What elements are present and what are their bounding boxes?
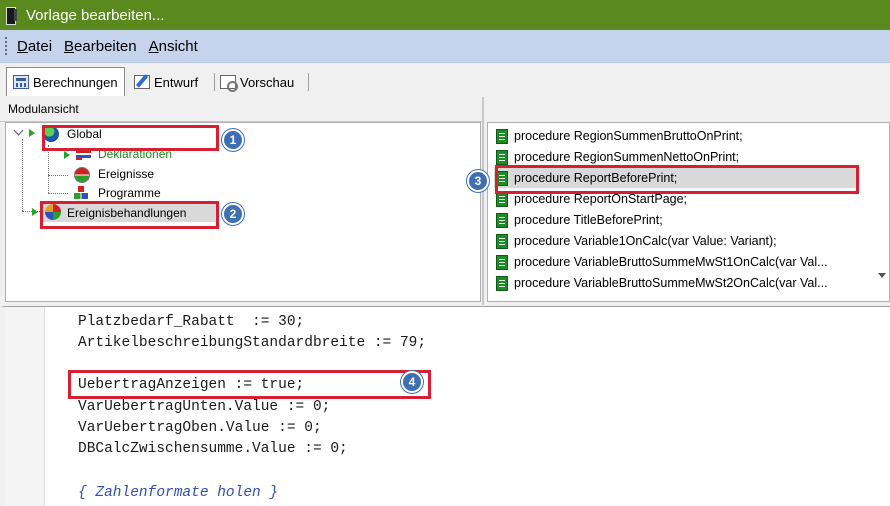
expand-arrow-icon[interactable] — [32, 208, 38, 216]
menu-datei[interactable]: Datei — [16, 36, 53, 57]
events-icon — [74, 167, 90, 183]
menu-bar: Datei Bearbeiten Ansicht — [0, 30, 890, 63]
procedure-item[interactable]: procedure RegionSummenNettoOnPrint; — [496, 147, 739, 167]
procedure-icon — [496, 149, 508, 165]
tree-connector — [48, 175, 68, 176]
procedure-item[interactable]: procedure VariableBruttoSummeMwSt1OnCalc… — [496, 252, 828, 272]
procedure-label: procedure VariableBruttoSummeMwSt1OnCalc… — [514, 255, 828, 269]
callout-badge-2: 2 — [222, 203, 244, 225]
editor-gutter — [5, 307, 45, 506]
procedure-label: procedure ReportOnStartPage; — [514, 192, 688, 206]
expand-arrow-icon[interactable] — [29, 129, 35, 137]
preview-icon — [220, 75, 238, 92]
procedure-icon — [496, 128, 508, 144]
collapse-chevron-icon[interactable] — [13, 125, 24, 136]
title-bar: Vorlage bearbeiten... — [0, 0, 890, 30]
procedure-panel: procedure RegionSummenBruttoOnPrint; pro… — [487, 97, 890, 305]
highlight-box-global — [42, 125, 219, 151]
edit-icon — [134, 75, 150, 89]
procedure-label: procedure TitleBeforePrint; — [514, 213, 663, 227]
procedure-icon — [496, 212, 508, 228]
procedure-list[interactable]: procedure RegionSummenBruttoOnPrint; pro… — [487, 122, 890, 302]
expand-arrow-icon[interactable] — [64, 151, 70, 159]
tab-vorschau[interactable]: Vorschau — [214, 69, 300, 95]
callout-badge-4: 4 — [401, 371, 423, 393]
tab-bar: Berechnungen Entwurf Vorschau — [0, 63, 890, 96]
highlight-box-event-handlers — [40, 201, 219, 229]
procedure-label: procedure RegionSummenNettoOnPrint; — [514, 150, 740, 164]
procedure-label: procedure Variable1OnCalc(var Value: Var… — [514, 234, 777, 248]
procedure-label: procedure VariableBruttoSummeMwSt2OnCalc… — [514, 276, 828, 290]
procedure-item[interactable]: procedure TitleBeforePrint; — [496, 210, 663, 230]
menu-bearbeiten[interactable]: Bearbeiten — [63, 36, 138, 57]
procedure-icon — [496, 254, 508, 270]
procedure-icon — [496, 275, 508, 291]
calculator-icon — [13, 75, 29, 89]
menu-ansicht[interactable]: Ansicht — [148, 36, 199, 57]
programs-icon — [74, 186, 88, 200]
tab-label: Entwurf — [154, 74, 199, 90]
procedure-label: procedure RegionSummenBruttoOnPrint; — [514, 129, 743, 143]
code-line[interactable]: ArtikelbeschreibungStandardbreite := 79; — [78, 335, 426, 351]
tree-node-events[interactable]: Ereignisse — [98, 167, 154, 181]
tab-label: Berechnungen — [33, 74, 118, 90]
module-view-header: Modulansicht — [0, 97, 483, 122]
window-title: Vorlage bearbeiten... — [26, 6, 165, 24]
procedure-item[interactable]: procedure Variable1OnCalc(var Value: Var… — [496, 231, 777, 251]
tree-connector — [48, 145, 49, 193]
procedure-icon — [496, 233, 508, 249]
highlight-box-report-before-print — [495, 165, 859, 194]
callout-badge-3: 3 — [467, 170, 489, 192]
tab-label: Vorschau — [240, 74, 295, 90]
procedure-item[interactable]: procedure VariableBruttoSummeMwSt2OnCalc… — [496, 273, 828, 293]
tree-connector — [48, 193, 68, 194]
tree-node-programs[interactable]: Programme — [98, 186, 161, 200]
tab-separator — [308, 73, 309, 91]
scroll-down-arrow-icon[interactable] — [878, 273, 886, 278]
app-icon — [6, 7, 18, 25]
code-line[interactable]: DBCalcZwischensumme.Value := 0; — [78, 441, 348, 457]
code-comment-line[interactable]: { Zahlenformate holen } — [78, 485, 278, 501]
code-line[interactable]: VarUebertragUnten.Value := 0; — [78, 399, 330, 415]
procedure-item[interactable]: procedure RegionSummenBruttoOnPrint; — [496, 126, 743, 146]
tab-entwurf[interactable]: Entwurf — [128, 69, 204, 95]
tab-berechnungen[interactable]: Berechnungen — [6, 67, 125, 96]
callout-badge-1: 1 — [222, 129, 244, 151]
tree-connector — [22, 139, 23, 211]
highlight-box-uebertrag-anzeigen — [68, 370, 431, 399]
code-line[interactable]: Platzbedarf_Rabatt := 30; — [78, 314, 304, 330]
code-line[interactable]: VarUebertragOben.Value := 0; — [78, 420, 322, 436]
toolbar-grip-icon[interactable] — [5, 37, 8, 55]
